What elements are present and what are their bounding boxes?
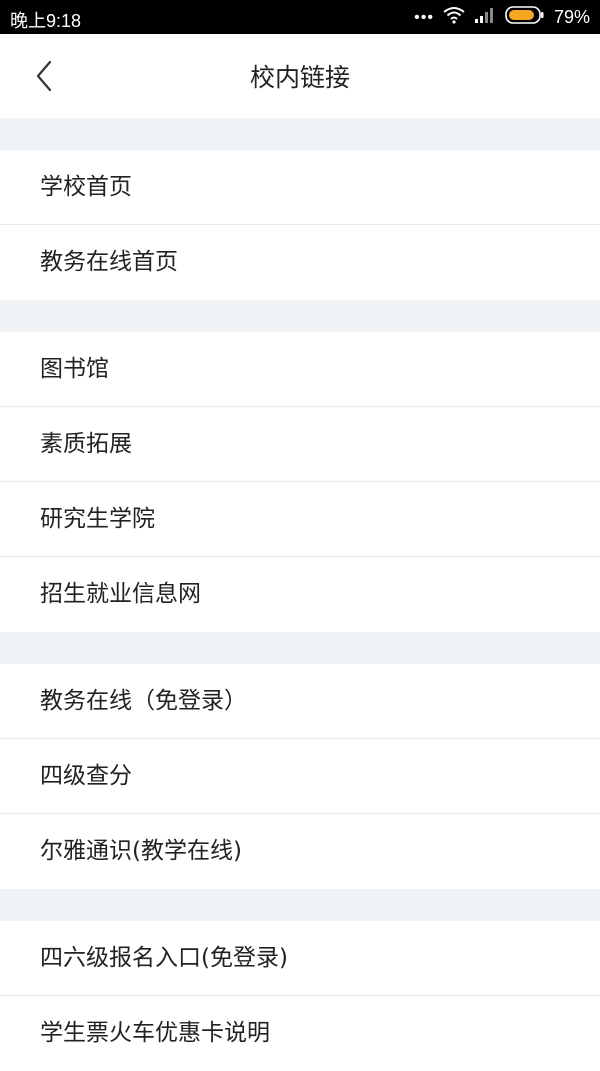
link-group: 学校首页 教务在线首页 — [0, 150, 600, 300]
link-item-school-home[interactable]: 学校首页 — [0, 150, 600, 225]
link-item-student-train-card[interactable]: 学生票火车优惠卡说明 — [0, 996, 600, 1071]
battery-percent: 79% — [553, 7, 590, 27]
more-dots-icon: ••• — [414, 8, 434, 26]
group-divider — [0, 632, 600, 664]
link-item-library[interactable]: 图书馆 — [0, 332, 600, 407]
battery-icon — [505, 6, 545, 29]
link-item-academic-affairs-home[interactable]: 教务在线首页 — [0, 225, 600, 300]
status-icons: ••• 79% — [414, 6, 590, 29]
link-item-quality-development[interactable]: 素质拓展 — [0, 407, 600, 482]
link-item-erya-general[interactable]: 尔雅通识(教学在线) — [0, 814, 600, 889]
signal-icon — [474, 7, 496, 28]
nav-bar: 校内链接 — [0, 34, 600, 118]
group-divider — [0, 300, 600, 332]
wifi-icon — [443, 6, 465, 29]
group-divider — [0, 889, 600, 921]
group-divider — [0, 118, 600, 150]
status-bar: 晚上9:18 ••• 79% — [0, 0, 600, 34]
link-list: 学校首页 教务在线首页 图书馆 素质拓展 研究生学院 招生就业信息网 教务在线（… — [0, 118, 600, 1071]
link-item-academic-affairs-no-login[interactable]: 教务在线（免登录） — [0, 664, 600, 739]
status-time: 晚上9:18 — [10, 11, 82, 31]
link-item-cet-registration[interactable]: 四六级报名入口(免登录) — [0, 921, 600, 996]
page-title: 校内链接 — [249, 63, 350, 92]
link-item-graduate-school[interactable]: 研究生学院 — [0, 482, 600, 557]
link-group: 图书馆 素质拓展 研究生学院 招生就业信息网 — [0, 332, 600, 632]
link-item-cet4-score[interactable]: 四级查分 — [0, 739, 600, 814]
link-group: 教务在线（免登录） 四级查分 尔雅通识(教学在线) — [0, 664, 600, 889]
link-item-admission-employment[interactable]: 招生就业信息网 — [0, 557, 600, 632]
link-group: 四六级报名入口(免登录) 学生票火车优惠卡说明 — [0, 921, 600, 1071]
